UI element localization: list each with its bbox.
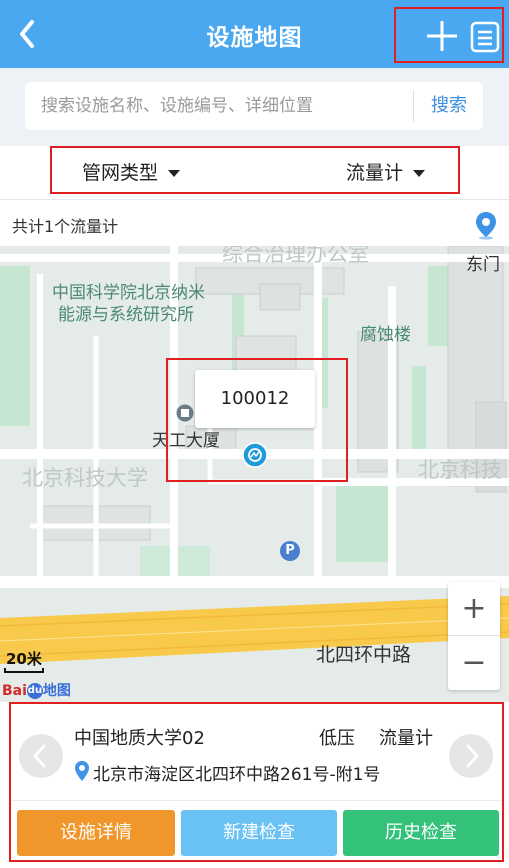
map-label-fushi: 腐蚀楼 xyxy=(360,325,411,345)
location-pin-icon xyxy=(74,760,90,782)
app-header: 设施地图 xyxy=(0,0,509,68)
count-bar: 共计1个流量计 xyxy=(0,200,509,246)
list-icon[interactable] xyxy=(470,21,500,53)
facility-detail-button[interactable]: 设施详情 xyxy=(17,810,175,856)
search-area: 搜索 xyxy=(0,68,509,146)
parking-icon: P xyxy=(280,541,300,561)
prev-facility-button[interactable] xyxy=(19,734,63,778)
facility-info-card: 中国地质大学02 低压 流量计 北京市海淀区北四环中路261号-附1号 设施详情… xyxy=(9,702,504,862)
map-label-institute-2: 能源与系统研究所 xyxy=(58,305,194,325)
zoom-control: + − xyxy=(448,582,500,690)
facility-count: 共计1个流量计 xyxy=(12,217,119,236)
logo-bai: Bai xyxy=(2,683,27,699)
pipe-type-dropdown[interactable]: 管网类型 xyxy=(82,158,181,185)
flowmeter-marker-icon[interactable] xyxy=(242,442,268,468)
search-input[interactable] xyxy=(41,82,409,130)
zoom-in-button[interactable]: + xyxy=(448,582,500,636)
logo-du: du xyxy=(26,683,43,699)
map-label-east-gate: 东门 xyxy=(466,255,500,275)
search-button[interactable]: 搜索 xyxy=(415,82,483,130)
new-inspection-button[interactable]: 新建检查 xyxy=(181,810,337,856)
locate-icon[interactable] xyxy=(474,210,498,240)
facility-pressure: 低压 xyxy=(319,728,355,749)
search-divider xyxy=(413,90,414,122)
logo-map: 地图 xyxy=(42,683,71,699)
next-facility-button[interactable] xyxy=(449,734,493,778)
search-box: 搜索 xyxy=(25,82,483,130)
facility-name: 中国地质大学02 xyxy=(74,728,205,749)
map-view[interactable]: 综合治理办公室 东门 中国科学院北京纳米 能源与系统研究所 腐蚀楼 天工大厦 北… xyxy=(0,246,509,702)
baidu-logo: Baidu地图 xyxy=(2,680,71,700)
filter-bar: 管网类型 流量计 xyxy=(0,146,509,200)
facility-map-page: 设施地图 搜索 管网类型 流量计 共计1个流量计 xyxy=(0,0,509,868)
history-inspection-button[interactable]: 历史检查 xyxy=(343,810,499,856)
caret-down-icon xyxy=(413,170,426,177)
map-scale: 20米 xyxy=(6,650,42,668)
caret-down-icon xyxy=(168,170,181,177)
pipe-type-label: 管网类型 xyxy=(82,162,159,184)
header-actions-highlight xyxy=(394,7,504,63)
facility-popup[interactable]: 100012 xyxy=(195,370,315,428)
zoom-out-button[interactable]: − xyxy=(448,636,500,690)
map-label-road: 北四环中路 xyxy=(316,644,412,666)
map-label-ustb-right: 北京科技 xyxy=(418,458,502,482)
card-divider xyxy=(11,800,502,801)
facility-address: 北京市海淀区北四环中路261号-附1号 xyxy=(93,765,381,785)
scale-bar xyxy=(4,668,44,673)
map-label-office: 综合治理办公室 xyxy=(222,246,369,266)
device-type-dropdown[interactable]: 流量计 xyxy=(346,158,426,185)
device-type-label: 流量计 xyxy=(346,162,404,184)
facility-type: 流量计 xyxy=(379,728,433,749)
map-label-ustb-left: 北京科技大学 xyxy=(22,466,148,490)
add-icon[interactable] xyxy=(424,19,460,53)
